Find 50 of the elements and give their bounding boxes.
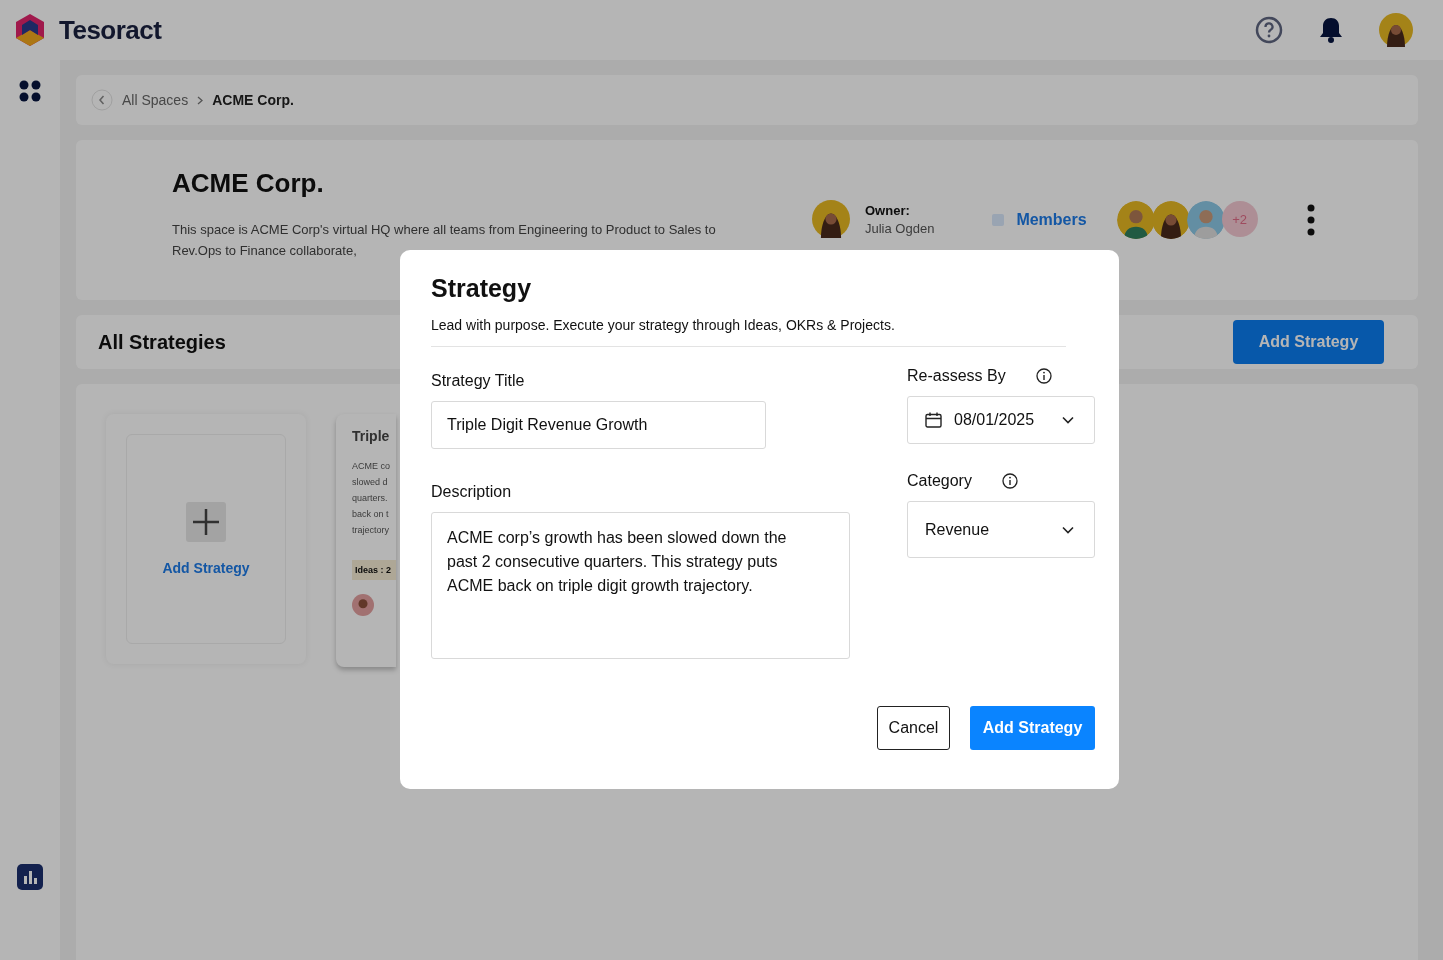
chevron-icon	[197, 95, 204, 105]
calendar-icon	[925, 412, 942, 428]
category-dropdown[interactable]: Revenue	[907, 501, 1095, 558]
chart-icon[interactable]	[17, 864, 43, 890]
dialog-subtitle: Lead with purpose. Execute your strategy through Ideas, OKRs & Projects.	[431, 317, 896, 333]
card-title: Triple	[352, 428, 391, 444]
chevron-down-icon	[1062, 525, 1074, 534]
breadcrumb-link[interactable]: All Spaces	[122, 92, 189, 108]
title-field[interactable]: Triple Digit Revenue Growth	[431, 401, 766, 449]
avatar-icon	[1116, 201, 1155, 239]
logo-icon	[14, 13, 46, 47]
help-icon[interactable]	[1255, 16, 1283, 44]
field-label: Strategy Title	[431, 372, 526, 390]
field-label: Re-assess By	[907, 367, 1006, 385]
owner-label: Owner:	[865, 202, 911, 218]
description-field[interactable]: ACME corp’s growth has been slowed down the past 2 consecutive quarters. This strategy puts ACME back on triple digit growth trajectory.	[431, 512, 850, 659]
avatar-icon	[812, 200, 850, 238]
ideas-tag: Ideas : 2	[352, 560, 396, 580]
members-link[interactable]: Members	[992, 211, 1087, 229]
add-strategy-label: Add Strategy	[162, 560, 250, 576]
member-count: +2	[1221, 201, 1258, 237]
bell-icon[interactable]	[1319, 16, 1343, 44]
space-description: This space is ACME Corp's virtual HQ where all teams from Engineering to Product to Sales to Rev.Ops to Finance collaborate,	[172, 221, 717, 260]
owner-name: Julia Ogden	[865, 220, 935, 236]
cancel-button[interactable]: Cancel	[877, 706, 950, 750]
app-name: Tesoract	[59, 14, 162, 46]
field-label: Category	[907, 472, 972, 490]
breadcrumb-link[interactable]: ACME Corp.	[212, 92, 294, 108]
chevron-down-icon	[1062, 416, 1074, 424]
card-text: trajectory	[352, 524, 390, 537]
info-icon[interactable]	[1035, 368, 1052, 384]
add-strategy-button[interactable]: Add Strategy	[970, 706, 1095, 750]
avatar-icon[interactable]	[1379, 13, 1413, 47]
field-label: Description	[431, 483, 513, 501]
avatar-icon	[1186, 201, 1225, 239]
dialog-title: Strategy	[431, 274, 533, 303]
avatar-icon	[1151, 201, 1190, 239]
avatar-icon	[352, 594, 374, 616]
date-picker[interactable]: 08/01/2025	[907, 396, 1095, 444]
card-text: slowed d	[352, 476, 389, 489]
card-text: ACME co	[352, 460, 391, 473]
plus-icon	[186, 502, 226, 542]
card-text: quarters.	[352, 492, 389, 505]
space-title: ACME Corp.	[172, 168, 325, 199]
info-icon[interactable]	[1001, 473, 1018, 489]
more-icon[interactable]	[1306, 204, 1315, 236]
section-title: All Strategies	[98, 330, 226, 354]
card-text: back on t	[352, 508, 390, 521]
strategy-card[interactable]: Triple ACME co slowed d quarters. back on t trajectory Ideas : 2	[336, 414, 396, 667]
grid-icon[interactable]	[19, 80, 41, 102]
